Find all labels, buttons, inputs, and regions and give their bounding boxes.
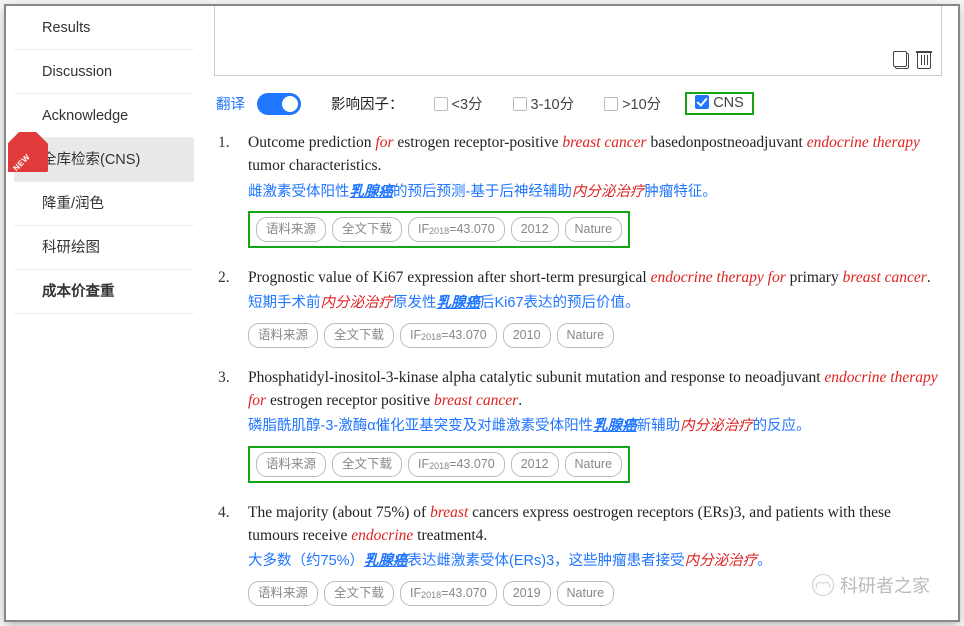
editor-area	[214, 6, 942, 76]
result-number: 2.	[218, 266, 234, 348]
pill[interactable]: 语料来源	[256, 217, 326, 242]
result-body: Prognostic value of Ki67 expression afte…	[248, 266, 944, 348]
pill[interactable]: 2010	[503, 323, 551, 348]
result-title-en: The majority (about 75%) of breast cance…	[248, 501, 944, 548]
pill[interactable]: 语料来源	[256, 452, 326, 477]
pill[interactable]: Nature	[565, 452, 623, 477]
pill[interactable]: Nature	[565, 217, 623, 242]
result-translation: 大多数（约75%）乳腺癌表达雌激素受体(ERs)3，这些肿瘤患者接受内分泌治疗。	[248, 551, 944, 573]
sidebar-item-rewrite[interactable]: 降重/润色	[14, 182, 194, 226]
result-translation: 雌激素受体阳性乳腺癌的预后预测-基于后神经辅助内分泌治疗肿瘤特征。	[248, 182, 944, 204]
filter-3to10[interactable]: 3-10分	[513, 93, 575, 114]
result-item: 4. The majority (about 75%) of breast can…	[218, 501, 944, 606]
pill[interactable]: 全文下载	[324, 581, 394, 606]
pill[interactable]: IF2018=43.070	[408, 217, 505, 242]
pill[interactable]: IF2018=43.070	[400, 581, 497, 606]
pill[interactable]: Nature	[557, 323, 615, 348]
result-body: The majority (about 75%) of breast cance…	[248, 501, 944, 606]
result-translation: 磷脂酰肌醇-3-激酶α催化亚基突变及对雌激素受体阳性乳腺癌新辅助内分泌治疗的反应…	[248, 416, 944, 438]
sidebar-item-discussion[interactable]: Discussion	[14, 50, 194, 94]
filter-gt10[interactable]: >10分	[604, 93, 661, 114]
copy-icon[interactable]	[895, 53, 909, 69]
translate-label: 翻译	[216, 93, 245, 114]
sidebar-item-acknowledge[interactable]: Acknowledge	[14, 94, 194, 138]
result-item: 1. Outcome prediction for estrogen recept…	[218, 131, 944, 248]
sidebar-item-pricing[interactable]: 成本价查重	[14, 270, 194, 314]
result-pills: 语料来源全文下载IF2018=43.0702010Nature	[248, 323, 944, 348]
pill[interactable]: 2012	[511, 452, 559, 477]
pill[interactable]: 全文下载	[324, 323, 394, 348]
result-body: Phosphatidyl-inositol-3-kinase alpha cat…	[248, 366, 944, 483]
translate-toggle[interactable]	[257, 93, 301, 115]
filter-cns[interactable]: CNS	[695, 95, 744, 111]
pill[interactable]: 语料来源	[248, 581, 318, 606]
result-pills: 语料来源全文下载IF2018=43.0702012Nature	[248, 446, 630, 483]
result-body: Outcome prediction for estrogen receptor…	[248, 131, 944, 248]
filter-bar: 翻译 影响因子： <3分 3-10分 >10分 CNS	[214, 76, 948, 131]
sidebar-item-plotting[interactable]: 科研绘图	[14, 226, 194, 270]
pill[interactable]: 2019	[503, 581, 551, 606]
filter-cns-highlight: CNS	[685, 92, 754, 115]
result-item: 3. Phosphatidyl-inositol-3-kinase alpha c…	[218, 366, 944, 483]
result-title-en: Prognostic value of Ki67 expression afte…	[248, 266, 944, 289]
pill[interactable]: 2012	[511, 217, 559, 242]
sidebar: Results Discussion Acknowledge 全库检索(CNS)…	[14, 6, 194, 314]
pill[interactable]: Nature	[557, 581, 615, 606]
result-translation: 短期手术前内分泌治疗原发性乳腺癌后Ki67表达的预后价值。	[248, 293, 944, 315]
pill[interactable]: 全文下载	[332, 452, 402, 477]
result-item: 2. Prognostic value of Ki67 expression af…	[218, 266, 944, 348]
result-pills: 语料来源全文下载IF2018=43.0702019Nature	[248, 581, 944, 606]
sidebar-item-cns-search[interactable]: 全库检索(CNS)	[14, 138, 194, 182]
trash-icon[interactable]	[917, 53, 931, 69]
result-title-en: Outcome prediction for estrogen receptor…	[248, 131, 944, 178]
pill[interactable]: 语料来源	[248, 323, 318, 348]
pill[interactable]: 全文下载	[332, 217, 402, 242]
result-number: 4.	[218, 501, 234, 606]
sidebar-item-results[interactable]: Results	[14, 6, 194, 50]
result-number: 3.	[218, 366, 234, 483]
result-pills: 语料来源全文下载IF2018=43.0702012Nature	[248, 211, 630, 248]
impact-factor-label: 影响因子：	[331, 93, 404, 114]
result-title-en: Phosphatidyl-inositol-3-kinase alpha cat…	[248, 366, 944, 413]
pill[interactable]: IF2018=43.070	[408, 452, 505, 477]
pill[interactable]: IF2018=43.070	[400, 323, 497, 348]
filter-lt3[interactable]: <3分	[434, 93, 483, 114]
result-number: 1.	[218, 131, 234, 248]
results-list: 1. Outcome prediction for estrogen recept…	[214, 131, 948, 606]
